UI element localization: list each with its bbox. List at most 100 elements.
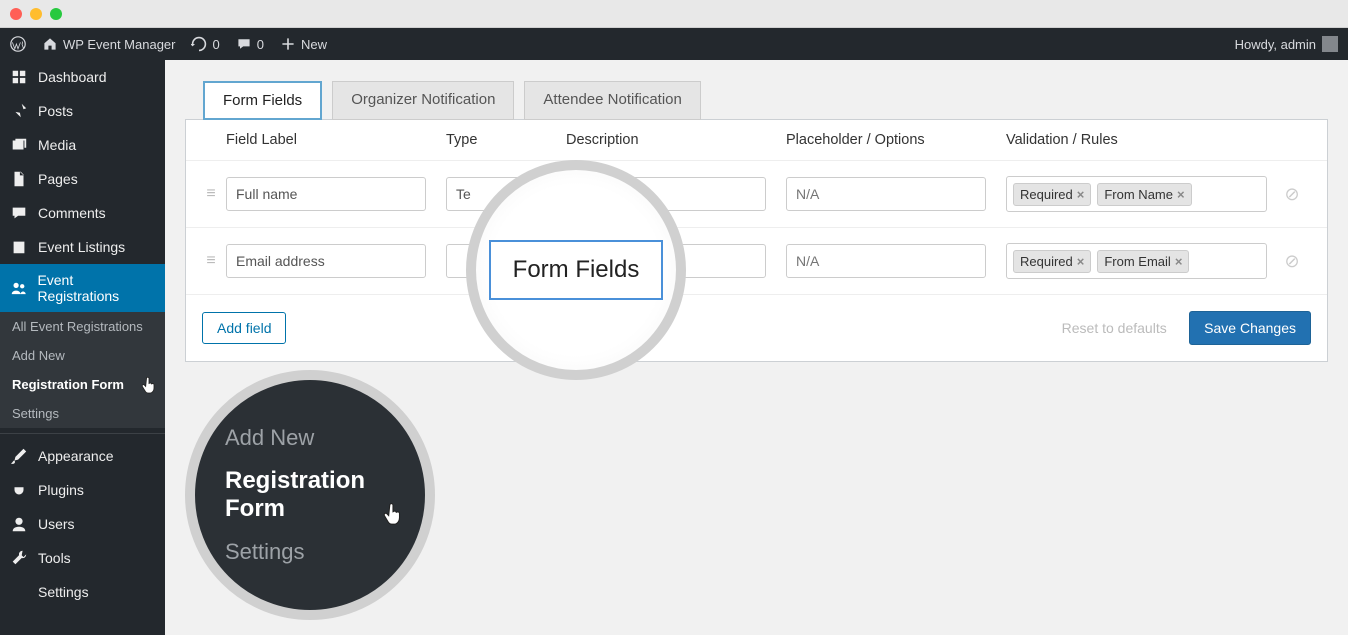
site-name: WP Event Manager [63, 37, 175, 52]
col-field-label: Field Label [226, 132, 446, 148]
admin-sidebar: Dashboard Posts Media Pages Comments Eve… [0, 60, 165, 635]
home-icon [42, 36, 58, 52]
wrench-icon [10, 549, 28, 567]
col-placeholder: Placeholder / Options [786, 132, 1006, 148]
reset-defaults-link[interactable]: Reset to defaults [1062, 320, 1167, 336]
form-fields-panel: Field Label Type Description Placeholder… [185, 119, 1328, 362]
avatar [1322, 36, 1338, 52]
delete-row-icon[interactable]: ⊘ [1277, 251, 1307, 272]
howdy-account[interactable]: Howdy, admin [1235, 36, 1338, 52]
sidebar-item-appearance[interactable]: Appearance [0, 439, 165, 473]
field-placeholder-input[interactable] [786, 177, 986, 211]
validation-tags[interactable]: Required × From Name × [1006, 176, 1267, 212]
sidebar-item-posts[interactable]: Posts [0, 94, 165, 128]
column-headers: Field Label Type Description Placeholder… [186, 120, 1327, 161]
updates-count: 0 [212, 37, 219, 52]
submenu-all-event-registrations[interactable]: All Event Registrations [0, 312, 165, 341]
site-name-link[interactable]: WP Event Manager [42, 36, 175, 52]
media-icon [10, 136, 28, 154]
tag-label: Required [1020, 254, 1073, 269]
sidebar-item-media[interactable]: Media [0, 128, 165, 162]
sidebar-item-comments[interactable]: Comments [0, 196, 165, 230]
sidebar-label: Posts [38, 103, 73, 119]
submenu-settings[interactable]: Settings [0, 399, 165, 428]
drag-handle-icon[interactable]: ≡ [196, 185, 226, 203]
new-link[interactable]: New [280, 36, 327, 52]
validation-tag: Required × [1013, 183, 1091, 206]
pointer-hand-icon [139, 376, 159, 398]
magnified-tab-label: Form Fields [489, 240, 664, 300]
field-label-input[interactable] [226, 177, 426, 211]
user-icon [10, 515, 28, 533]
wordpress-icon [10, 36, 26, 52]
field-placeholder-input[interactable] [786, 244, 986, 278]
field-label-input[interactable] [226, 244, 426, 278]
tab-attendee-notification[interactable]: Attendee Notification [524, 81, 700, 120]
sidebar-label: Plugins [38, 482, 84, 498]
validation-tags[interactable]: Required × From Email × [1006, 243, 1267, 279]
tabs: Form Fields Organizer Notification Atten… [203, 80, 1328, 119]
remove-tag-icon[interactable]: × [1175, 254, 1183, 269]
new-label: New [301, 37, 327, 52]
tag-label: From Name [1104, 187, 1173, 202]
sidebar-item-plugins[interactable]: Plugins [0, 473, 165, 507]
sidebar-label: Appearance [38, 448, 114, 464]
magnified-label: Registration Form [225, 467, 365, 522]
delete-row-icon[interactable]: ⊘ [1277, 184, 1307, 205]
sidebar-item-event-listings[interactable]: Event Listings [0, 230, 165, 264]
sidebar-item-event-registrations[interactable]: Event Registrations [0, 264, 165, 312]
submenu-registration-form[interactable]: Registration Form [0, 370, 165, 399]
minimize-window-icon[interactable] [30, 8, 42, 20]
sidebar-label: Comments [38, 205, 106, 221]
calendar-icon [10, 238, 28, 256]
wp-logo[interactable] [10, 36, 26, 52]
users-icon [10, 279, 27, 297]
sidebar-item-settings[interactable]: Settings [0, 575, 165, 609]
remove-tag-icon[interactable]: × [1177, 187, 1185, 202]
save-changes-button[interactable]: Save Changes [1189, 311, 1311, 345]
comment-icon [236, 36, 252, 52]
comments-link[interactable]: 0 [236, 36, 264, 52]
tab-form-fields[interactable]: Form Fields [203, 81, 322, 120]
drag-handle-icon[interactable]: ≡ [196, 252, 226, 270]
col-description: Description [566, 132, 786, 148]
plug-icon [10, 481, 28, 499]
dashboard-icon [10, 68, 28, 86]
tag-label: Required [1020, 187, 1073, 202]
sidebar-label: Tools [38, 550, 71, 566]
submenu-add-new[interactable]: Add New [0, 341, 165, 370]
window-titlebar [0, 0, 1348, 28]
magnify-form-fields-tab: Form Fields [466, 160, 686, 380]
remove-tag-icon[interactable]: × [1077, 254, 1085, 269]
sidebar-label: Media [38, 137, 76, 153]
remove-tag-icon[interactable]: × [1077, 187, 1085, 202]
brush-icon [10, 447, 28, 465]
sidebar-label: Event Registrations [37, 272, 155, 304]
add-field-button[interactable]: Add field [202, 312, 286, 344]
sidebar-item-tools[interactable]: Tools [0, 541, 165, 575]
magnify-submenu: Add New Registration Form Settings [185, 370, 435, 620]
close-window-icon[interactable] [10, 8, 22, 20]
sidebar-label: Settings [38, 584, 89, 600]
tab-organizer-notification[interactable]: Organizer Notification [332, 81, 514, 120]
sliders-icon [10, 583, 28, 601]
pointer-hand-icon [380, 501, 400, 523]
maximize-window-icon[interactable] [50, 8, 62, 20]
field-row: ≡ Required × From Email × ⊘ [186, 228, 1327, 295]
admin-bar: WP Event Manager 0 0 New Howdy, admin [0, 28, 1348, 60]
sidebar-label: Event Listings [38, 239, 125, 255]
sidebar-label: Pages [38, 171, 78, 187]
sidebar-item-users[interactable]: Users [0, 507, 165, 541]
updates-icon [191, 36, 207, 52]
howdy-text: Howdy, admin [1235, 37, 1316, 52]
tag-label: From Email [1104, 254, 1170, 269]
col-validation: Validation / Rules [1006, 132, 1307, 148]
validation-tag: From Email × [1097, 250, 1189, 273]
sidebar-label: Users [38, 516, 75, 532]
updates-link[interactable]: 0 [191, 36, 219, 52]
sidebar-item-dashboard[interactable]: Dashboard [0, 60, 165, 94]
sidebar-item-pages[interactable]: Pages [0, 162, 165, 196]
page-icon [10, 170, 28, 188]
plus-icon [280, 36, 296, 52]
magnified-submenu-settings: Settings [225, 531, 425, 573]
